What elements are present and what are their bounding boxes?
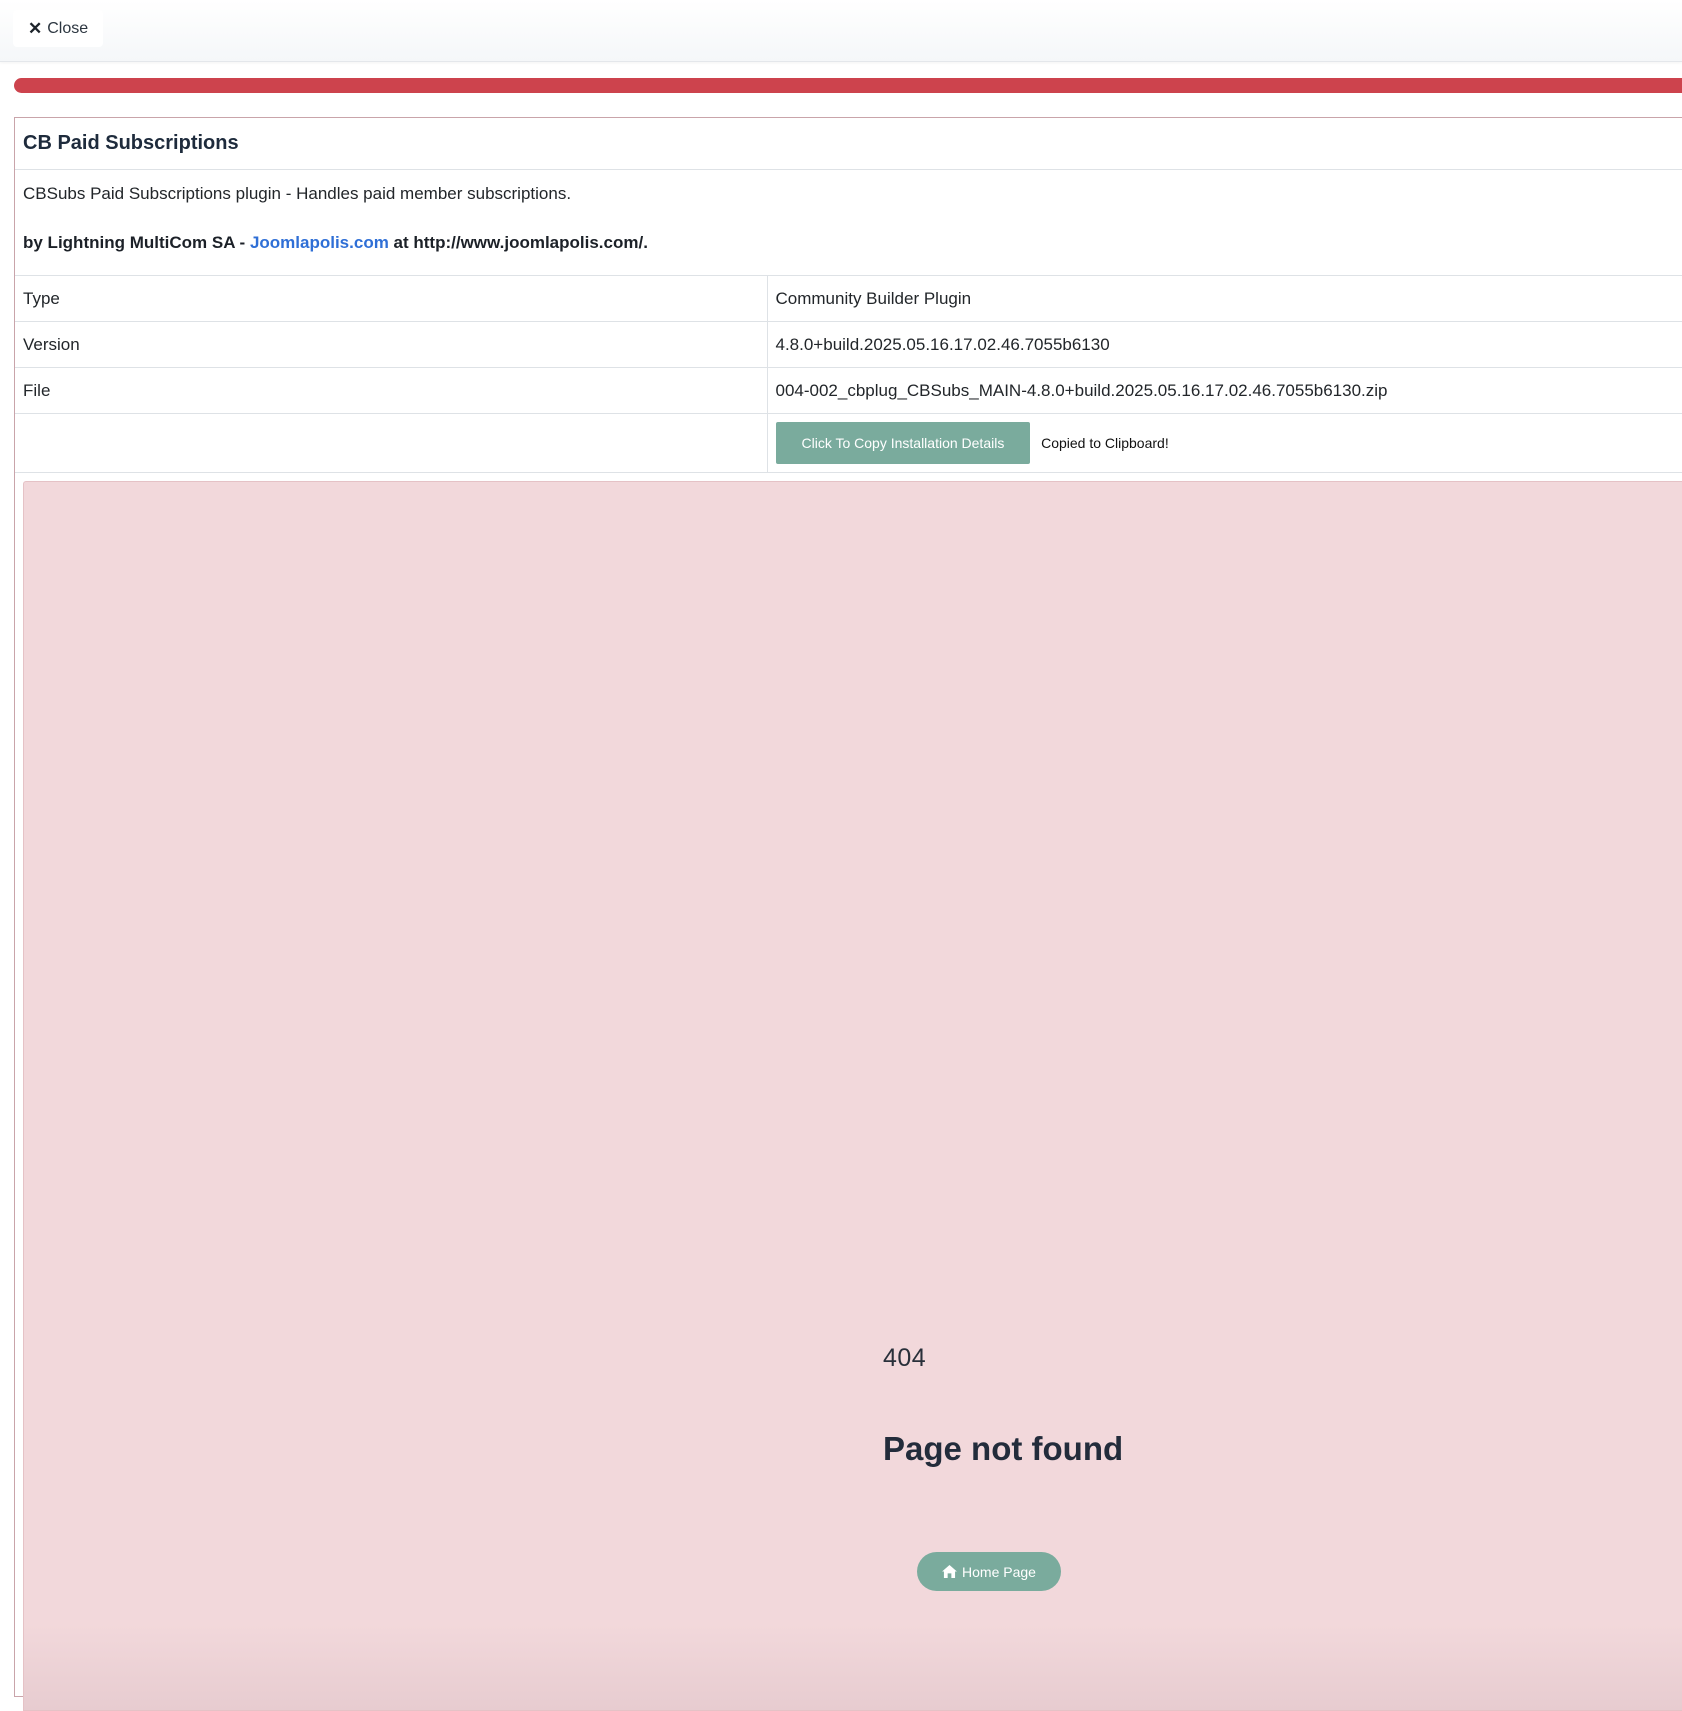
error-message: Page not found (883, 1430, 1124, 1467)
author-suffix: at http://www.joomlapolis.com/. (388, 233, 648, 252)
panel-header: CB Paid Subscriptions (15, 118, 1682, 170)
table-row: Type Community Builder Plugin (15, 275, 1682, 322)
empty-cell (15, 413, 768, 473)
table-row: Click To Copy Installation Details Copie… (15, 413, 1682, 473)
home-icon (942, 1565, 957, 1578)
plugin-description: CBSubs Paid Subscriptions plugin - Handl… (23, 184, 572, 203)
close-button-label: Close (47, 19, 89, 37)
author-prefix: by Lightning MultiCom SA - (23, 233, 250, 252)
close-button[interactable]: ✕ Close (13, 10, 104, 47)
plugin-author: by Lightning MultiCom SA - Joomlapolis.c… (15, 228, 1682, 275)
author-link[interactable]: Joomlapolis.com (250, 233, 389, 252)
version-value: 4.8.0+build.2025.05.16.17.02.46.7055b613… (767, 321, 1682, 368)
copy-installation-details-button[interactable]: Click To Copy Installation Details (775, 422, 1031, 464)
details-table: Type Community Builder Plugin Version 4.… (15, 275, 1682, 473)
plugin-title: CB Paid Subscriptions (23, 132, 239, 154)
table-row: File 004-002_cbplug_CBSubs_MAIN-4.8.0+bu… (15, 367, 1682, 414)
progress-bar (14, 78, 1682, 93)
error-frame: 404 Page not found Home Page (23, 481, 1682, 1711)
version-label: Version (15, 321, 768, 368)
type-value: Community Builder Plugin (767, 275, 1682, 322)
type-label: Type (15, 275, 768, 322)
home-button-label: Home Page (962, 1563, 1036, 1580)
home-page-button[interactable]: Home Page (917, 1552, 1061, 1591)
copy-cell: Click To Copy Installation Details Copie… (767, 413, 1682, 473)
copied-message: Copied to Clipboard! (1041, 435, 1169, 451)
table-row: Version 4.8.0+build.2025.05.16.17.02.46.… (15, 321, 1682, 368)
top-toolbar: ✕ Close (0, 0, 1682, 62)
plugin-details-panel: CB Paid Subscriptions CBSubs Paid Subscr… (14, 117, 1682, 1711)
file-value: 004-002_cbplug_CBSubs_MAIN-4.8.0+build.2… (767, 367, 1682, 414)
file-label: File (15, 367, 768, 414)
error-code: 404 (883, 1344, 927, 1372)
close-icon: ✕ (28, 18, 43, 38)
